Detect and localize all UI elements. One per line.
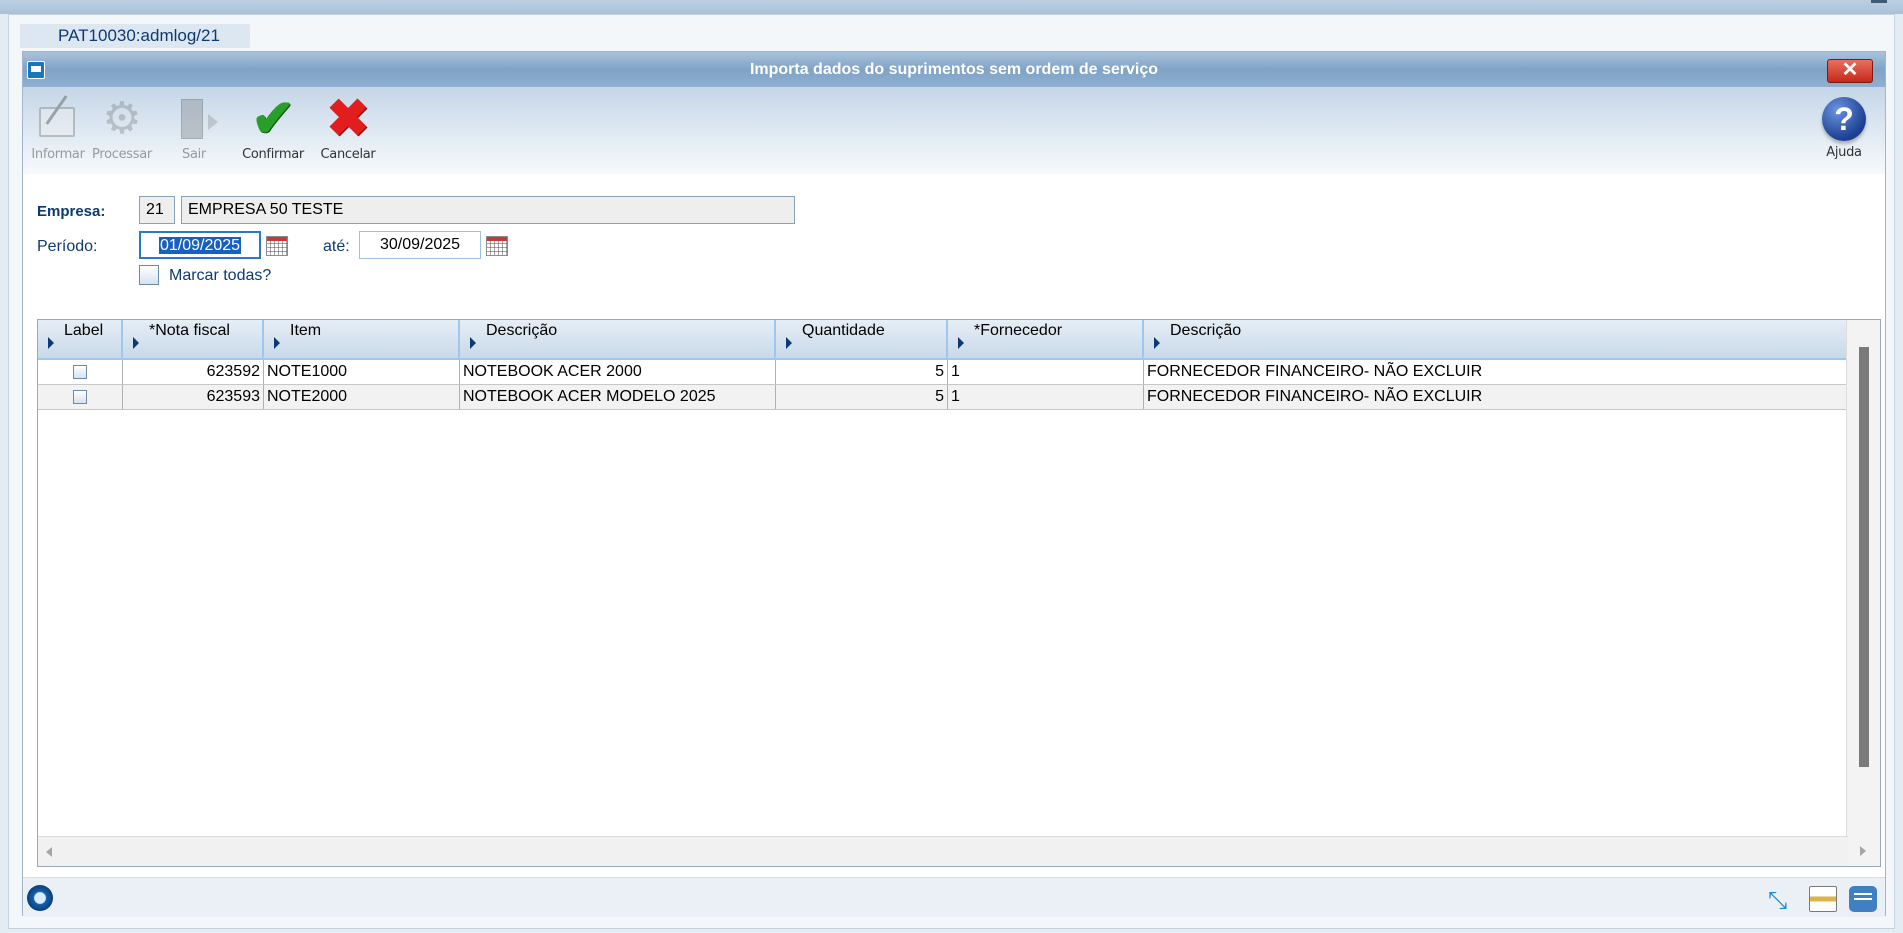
vertical-scroll-thumb[interactable] xyxy=(1859,347,1869,767)
column-header-nota-fiscal[interactable]: *Nota fiscal xyxy=(123,320,264,360)
ajuda-button[interactable]: ? Ajuda xyxy=(1809,95,1879,171)
sort-arrow-icon xyxy=(274,337,280,349)
processar-button[interactable]: ⚙ Processar xyxy=(87,95,157,171)
column-header-descricao[interactable]: Descrição xyxy=(460,320,776,360)
ate-label: até: xyxy=(323,238,350,255)
horizontal-scrollbar[interactable] xyxy=(38,836,1848,866)
scroll-right-icon[interactable] xyxy=(1860,846,1866,856)
window-icon[interactable] xyxy=(27,61,45,79)
nota-cell[interactable]: 623592 xyxy=(123,360,264,384)
empresa-label: Empresa: xyxy=(37,203,106,220)
print-icon[interactable] xyxy=(1809,886,1837,912)
row-checkbox-cell[interactable] xyxy=(38,385,123,409)
marcar-todas-label[interactable]: Marcar todas? xyxy=(169,267,271,285)
cancelar-label: Cancelar xyxy=(320,147,376,162)
window-title: Importa dados do suprimentos sem ordem d… xyxy=(749,61,1159,78)
empresa-code-field[interactable]: 21 xyxy=(139,196,175,224)
informar-label: Informar xyxy=(31,147,85,162)
resize-icon[interactable] xyxy=(1768,886,1796,912)
grid-body: 623592 NOTE1000 NOTEBOOK ACER 2000 5 1 F… xyxy=(38,360,1848,410)
fornecedor-cell[interactable]: 1 xyxy=(948,385,1144,409)
date-from-value: 01/09/2025 xyxy=(158,237,242,254)
table-row[interactable]: 623593 NOTE2000 NOTEBOOK ACER MODELO 202… xyxy=(38,385,1848,410)
chat-icon[interactable] xyxy=(1849,886,1877,912)
processar-label: Processar xyxy=(92,147,152,162)
x-icon: ✖ xyxy=(326,90,370,148)
date-from-field[interactable]: 01/09/2025 xyxy=(139,231,261,259)
confirmar-label: Confirmar xyxy=(242,147,304,162)
calendar-icon[interactable] xyxy=(266,236,288,256)
row-checkbox[interactable] xyxy=(73,365,87,379)
minimize-mark[interactable] xyxy=(1871,0,1887,3)
marcar-todas-checkbox[interactable] xyxy=(139,265,159,285)
gear-icon: ⚙ xyxy=(102,94,142,143)
vertical-scrollbar[interactable] xyxy=(1846,320,1880,866)
title-bar: Importa dados do suprimentos sem ordem d… xyxy=(23,52,1885,87)
sair-label: Sair xyxy=(182,147,206,162)
sort-arrow-icon xyxy=(1154,337,1160,349)
confirmar-button[interactable]: ✔ Confirmar xyxy=(238,90,308,171)
quantidade-cell[interactable]: 5 xyxy=(776,385,948,409)
item-cell[interactable]: NOTE1000 xyxy=(264,360,460,384)
descricao-cell[interactable]: NOTEBOOK ACER 2000 xyxy=(460,360,776,384)
close-button[interactable]: ✕ xyxy=(1827,59,1873,83)
column-header-fornecedor[interactable]: *Fornecedor xyxy=(948,320,1144,360)
item-cell[interactable]: NOTE2000 xyxy=(264,385,460,409)
column-header-label[interactable]: Label xyxy=(38,320,123,360)
empresa-name-field: EMPRESA 50 TESTE xyxy=(181,196,795,224)
periodo-label: Período: xyxy=(37,238,98,255)
pen-icon xyxy=(33,95,83,143)
check-icon: ✔ xyxy=(251,90,295,148)
status-bar xyxy=(23,877,1885,917)
top-strip xyxy=(0,0,1903,14)
sort-arrow-icon xyxy=(470,337,476,349)
date-to-field[interactable]: 30/09/2025 xyxy=(359,231,481,259)
help-icon: ? xyxy=(1822,97,1866,141)
cancelar-button[interactable]: ✖ Cancelar xyxy=(313,90,383,171)
row-checkbox-cell[interactable] xyxy=(38,360,123,384)
fornecedor-descricao-cell[interactable]: FORNECEDOR FINANCEIRO- NÃO EXCLUIR xyxy=(1144,385,1848,409)
column-header-quantidade[interactable]: Quantidade xyxy=(776,320,948,360)
row-checkbox[interactable] xyxy=(73,390,87,404)
sort-arrow-icon xyxy=(133,337,139,349)
informar-button[interactable]: Informar xyxy=(23,95,93,171)
program-tab[interactable]: PAT10030:admlog/21 xyxy=(20,24,250,48)
grid-header: Label *Nota fiscal Item Descrição Quanti… xyxy=(38,320,1848,360)
fornecedor-descricao-cell[interactable]: FORNECEDOR FINANCEIRO- NÃO EXCLUIR xyxy=(1144,360,1848,384)
column-header-descricao-fornecedor[interactable]: Descrição xyxy=(1144,320,1848,360)
fornecedor-cell[interactable]: 1 xyxy=(948,360,1144,384)
logo-icon xyxy=(27,885,53,911)
nota-cell[interactable]: 623593 xyxy=(123,385,264,409)
toolbar: Informar ⚙ Processar Sair ✔ Confirmar ✖ … xyxy=(23,87,1885,174)
scroll-left-icon[interactable] xyxy=(46,847,52,857)
quantidade-cell[interactable]: 5 xyxy=(776,360,948,384)
column-header-item[interactable]: Item xyxy=(264,320,460,360)
door-icon xyxy=(169,95,219,143)
sort-arrow-icon xyxy=(48,337,54,349)
sair-button[interactable]: Sair xyxy=(159,95,229,171)
sort-arrow-icon xyxy=(958,337,964,349)
sort-arrow-icon xyxy=(786,337,792,349)
calendar-icon[interactable] xyxy=(486,236,508,256)
ajuda-label: Ajuda xyxy=(1826,145,1862,160)
data-grid: Label *Nota fiscal Item Descrição Quanti… xyxy=(37,319,1881,867)
descricao-cell[interactable]: NOTEBOOK ACER MODELO 2025 xyxy=(460,385,776,409)
table-row[interactable]: 623592 NOTE1000 NOTEBOOK ACER 2000 5 1 F… xyxy=(38,360,1848,385)
dialog-window: Importa dados do suprimentos sem ordem d… xyxy=(22,51,1886,917)
